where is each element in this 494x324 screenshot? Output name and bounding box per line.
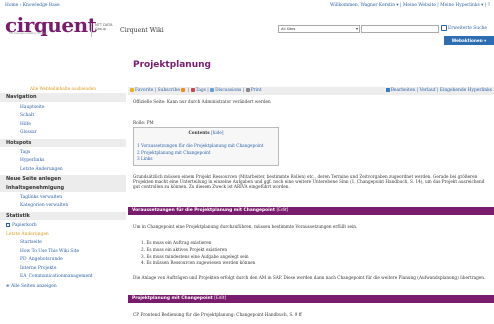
recent-item-how-to[interactable]: How To Use This Wiki Site	[0, 249, 126, 255]
papierkorb-label: Papierkorb	[12, 223, 37, 228]
star-icon	[130, 88, 134, 92]
section2-edit-link[interactable]: [Edit]	[214, 296, 226, 301]
advanced-search-label: Erweiterte Suche	[448, 26, 488, 31]
toc-title: Contents	[188, 130, 210, 135]
section-header-voraussetzungen: Voraussetzungen für die Projektplanung m…	[128, 207, 494, 215]
all-pages-label: Alle Seiten anzeigen	[11, 283, 57, 289]
rss-icon	[181, 88, 186, 92]
advanced-search-button[interactable]: Erweiterte Suche	[441, 25, 487, 32]
toolbar-left: Favorite | Subscribe | Tags | Discussion…	[130, 88, 262, 94]
list-item: 4. Es müssen Ressourcen zugewiesen werde…	[141, 260, 256, 266]
breadcrumb[interactable]: Home › Knowledge Base	[5, 3, 60, 9]
sidebar: Alle Webteilinhalte ausblenden Navigatio…	[0, 86, 126, 292]
list-item: 3. Es muss mindestens eine Aufgabe angel…	[141, 253, 249, 259]
ntt-data-label: NTT DATA Group	[91, 23, 117, 37]
sidebar-item-hyperlinks[interactable]: Hyperlinks	[0, 158, 126, 164]
recent-item-communication[interactable]: EA_Communicationmanagement	[0, 274, 126, 280]
search-scope-value: All Sites	[281, 27, 296, 31]
page-notice: Offizielle Seite: Kann nur durch Adminis…	[133, 99, 271, 104]
search-input[interactable]	[361, 25, 439, 33]
toolbar-tags[interactable]: Tags	[196, 88, 206, 93]
role-label: Rolle: PM	[133, 120, 154, 125]
top-links[interactable]: Willkommen, Wagner Kerstin ▾ | Meine Web…	[330, 3, 490, 9]
sidebar-heading-hotspots[interactable]: Hotspots	[0, 138, 126, 147]
toolbar-favorite[interactable]: Favorite	[135, 88, 153, 93]
requirements-list: 1. Es muss ein Auftrag existieren 2. Es …	[141, 240, 381, 266]
intro-paragraph: Grundsätzlich müssen einem Projekt Resso…	[133, 174, 485, 190]
toc-item[interactable]: 2 Projektplanung mit Changepoint	[137, 150, 278, 155]
section2-title: Projektplanung mit Changepoint	[132, 296, 213, 301]
page-toolbar: Favorite | Subscribe | Tags | Discussion…	[128, 87, 494, 95]
section1-body: Die Anlage von Aufträgen und Projekten e…	[133, 275, 486, 280]
discussion-icon	[210, 88, 215, 92]
recent-item-startseite[interactable]: Startseite	[0, 240, 126, 246]
sidebar-item-kategorien[interactable]: Kategorien verwalten	[0, 203, 126, 209]
recent-item-interne-projekte[interactable]: Interne Projekte	[0, 266, 126, 272]
page-title: Projektplanung	[133, 60, 211, 70]
section-header-projektplanung: Projektplanung mit Changepoint [Edit]	[128, 295, 494, 303]
recycle-bin-icon	[6, 223, 10, 227]
sidebar-item-taglinks[interactable]: Taglinks verwalten	[0, 195, 126, 201]
search-scope-select[interactable]: All Sites ▾	[278, 25, 360, 33]
toolbar-discussions[interactable]: Discussions	[215, 88, 241, 93]
collapse-webparts-link[interactable]: Alle Webteilinhalte ausblenden	[0, 86, 126, 91]
chevron-down-icon: ▾	[355, 26, 358, 31]
section1-lead: Um in Changepoint eine Projektplanung du…	[133, 224, 358, 229]
sidebar-item-schalt[interactable]: Schalt	[0, 113, 126, 119]
recent-changes-label: Letzte Änderungen	[6, 231, 49, 237]
toolbar-edit-history-links[interactable]: Bearbeiten | Verlauf | Eingehende Hyperl…	[391, 88, 492, 93]
sidebar-heading-neue-seite[interactable]: Neue Seite anlegen	[0, 175, 126, 184]
logo-tagline: The business enabling company	[9, 32, 48, 35]
sidebar-heading-inhaltsgenehmigung[interactable]: Inhaltsgenehmigung	[0, 183, 126, 192]
sidebar-heading-statistik[interactable]: Statistik	[0, 211, 126, 220]
toc-hide-link[interactable]: [hide]	[211, 130, 223, 135]
toolbar-print[interactable]: Print	[251, 88, 262, 93]
section2-body: CP Frontend Bedienung für die Projektpla…	[133, 312, 302, 317]
sidebar-item-hauptseite[interactable]: Hauptseite	[0, 105, 126, 111]
wiki-name[interactable]: Cirquent Wiki	[120, 27, 164, 35]
sidebar-heading-navigation[interactable]: Navigation	[0, 93, 126, 102]
tag-icon	[190, 88, 195, 92]
section1-title: Voraussetzungen für die Projektplanung m…	[132, 208, 275, 213]
sidebar-item-tags[interactable]: Tags	[0, 150, 126, 156]
toc-item[interactable]: 1 Voraussetzungen für die Projektplanung…	[137, 143, 278, 148]
list-item: 2. Es muss ein aktives Projekt existiere…	[141, 246, 228, 252]
toolbar-right: Bearbeiten | Verlauf | Eingehende Hyperl…	[385, 88, 492, 94]
search-icon	[441, 25, 447, 31]
print-icon	[245, 88, 250, 92]
sidebar-item-hilfe[interactable]: Hilfe	[0, 122, 126, 128]
sidebar-item-letzte-aenderungen[interactable]: Letzte Änderungen	[0, 167, 126, 173]
section1-edit-link[interactable]: [Edit]	[276, 208, 288, 213]
recent-item-angebotsrunde[interactable]: PD_Angebotsrunde	[0, 257, 126, 263]
table-of-contents: Contents [hide] 1 Voraussetzungen für di…	[133, 127, 279, 166]
toc-item[interactable]: 3 Links	[137, 156, 278, 161]
toolbar-subscribe[interactable]: Subscribe	[158, 88, 180, 93]
sidebar-item-papierkorb[interactable]: Papierkorb	[0, 223, 126, 229]
list-item: 1. Es muss ein Auftrag existieren	[141, 240, 212, 245]
all-pages-link[interactable]: ⊕ Alle Seiten anzeigen	[0, 284, 126, 290]
sidebar-item-glossar[interactable]: Glossar	[0, 130, 126, 136]
edit-icon	[385, 88, 390, 92]
web-actions-button[interactable]: Webaktionen ▾	[444, 36, 494, 45]
